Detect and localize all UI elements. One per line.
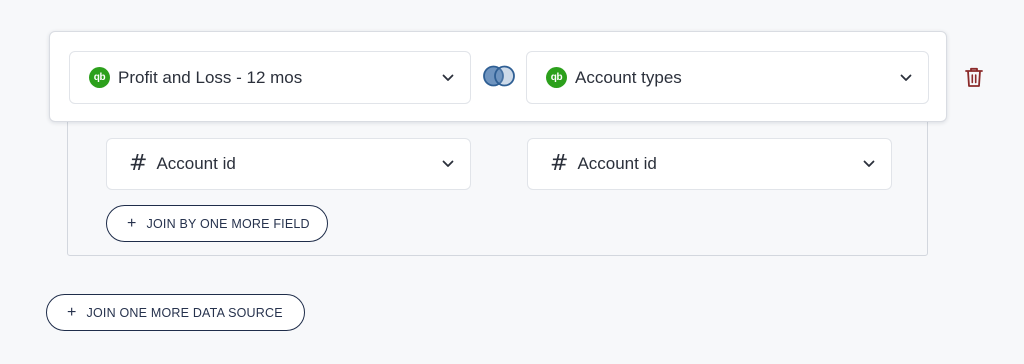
left-source-label: Profit and Loss - 12 mos [118,67,303,87]
right-source-label: Account types [575,67,682,87]
venn-join-icon[interactable] [482,64,516,88]
left-field-label: Account id [156,154,236,173]
quickbooks-icon: qb [89,67,110,88]
left-source-select[interactable]: qb Profit and Loss - 12 mos [69,51,471,104]
right-source-select[interactable]: qb Account types [526,51,929,104]
chevron-down-icon [442,74,454,81]
right-field-select[interactable]: # Account id [527,138,892,190]
join-more-data-source-button[interactable]: + JOIN ONE MORE DATA SOURCE [46,294,305,331]
trash-icon[interactable] [964,66,984,88]
plus-icon: + [67,303,77,321]
plus-icon: + [127,214,137,232]
right-field-label: Account id [577,154,657,173]
number-field-icon: # [129,151,148,176]
join-by-more-field-label: JOIN BY ONE MORE FIELD [146,216,310,231]
join-fields-panel: # Account id # Account id + JOIN BY ONE … [67,100,928,256]
join-editor: # Account id # Account id + JOIN BY ONE … [0,0,1024,364]
chevron-down-icon [442,160,454,167]
join-by-more-field-button[interactable]: + JOIN BY ONE MORE FIELD [106,205,328,242]
number-field-icon: # [550,151,569,176]
left-field-select[interactable]: # Account id [106,138,471,190]
quickbooks-icon: qb [546,67,567,88]
chevron-down-icon [900,74,912,81]
chevron-down-icon [863,160,875,167]
join-more-data-source-label: JOIN ONE MORE DATA SOURCE [86,305,283,320]
